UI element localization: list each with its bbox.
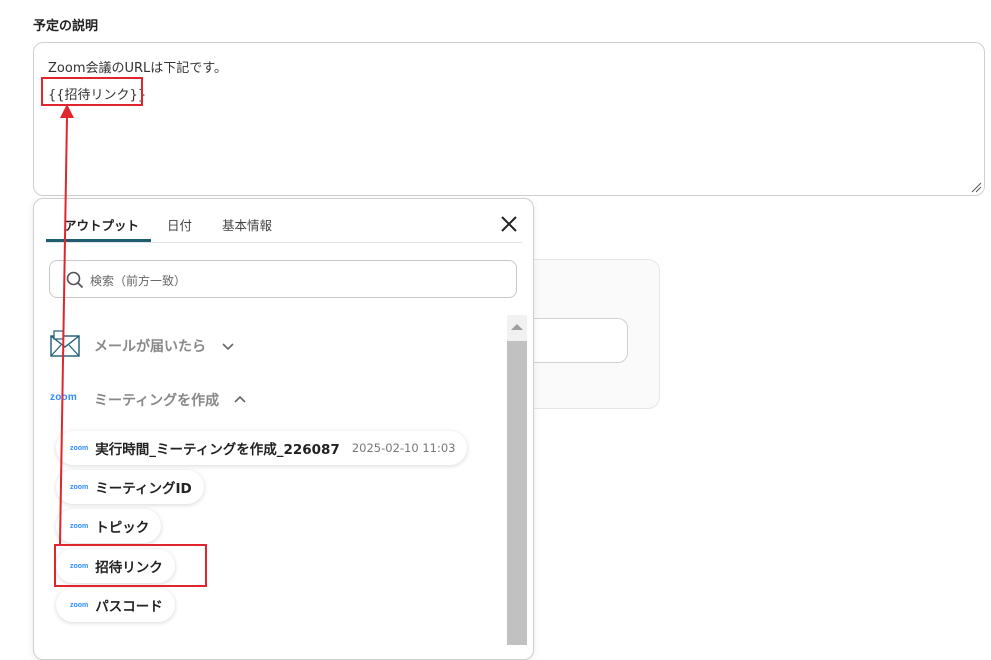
output-item-passcode[interactable]: zoom パスコード: [56, 588, 175, 622]
item-value: 2025-02-10 11:03: [351, 441, 456, 455]
item-label: トピック: [95, 520, 150, 536]
group-mail-received[interactable]: メールが届いたら: [50, 330, 270, 360]
description-field-label: 予定の説明: [33, 19, 99, 34]
tab-basic-info[interactable]: 基本情報: [222, 215, 272, 234]
tab-bar: アウトプット 日付 基本情報: [34, 199, 533, 243]
description-textarea[interactable]: Zoom会議のURLは下記です。 {{招待リンク}}: [33, 42, 985, 196]
tab-output[interactable]: アウトプット: [64, 215, 139, 234]
tab-date[interactable]: 日付: [167, 215, 192, 234]
search-box: [49, 260, 517, 298]
group-create-meeting[interactable]: zoom ミーティングを作成: [50, 384, 280, 414]
resize-grip-icon[interactable]: [970, 181, 982, 193]
background-input: [520, 318, 628, 363]
zoom-logo: zoom: [70, 601, 89, 609]
close-icon[interactable]: [496, 211, 522, 237]
item-label: パスコード: [95, 599, 163, 615]
item-label: ミーティングID: [95, 481, 192, 497]
group-label-meeting: ミーティングを作成: [94, 393, 220, 409]
item-label: 実行時間_ミーティングを作成_226087: [95, 442, 340, 458]
zoom-logo: zoom: [70, 444, 89, 452]
scrollbar[interactable]: [507, 315, 527, 645]
highlight-box-variable: [41, 77, 143, 106]
textarea-line-1: Zoom会議のURLは下記です。: [48, 61, 227, 76]
zoom-logo: zoom: [50, 392, 77, 403]
tabs-divider: [46, 242, 522, 243]
output-picker-popup: アウトプット 日付 基本情報 メールが届いたら zoom ミーティングを: [33, 198, 534, 660]
chevron-up-icon: [234, 395, 246, 403]
output-item-meeting-id[interactable]: zoom ミーティングID: [56, 470, 204, 504]
zoom-logo: zoom: [70, 483, 89, 491]
chevron-down-icon: [222, 343, 234, 351]
search-input[interactable]: [88, 270, 492, 292]
output-item-execution-time[interactable]: zoom 実行時間_ミーティングを作成_226087 2025-02-10 11…: [56, 431, 468, 465]
scroll-up-arrow-icon[interactable]: [507, 317, 527, 337]
search-icon: [66, 271, 84, 289]
mail-icon: [50, 330, 80, 357]
group-label-mail: メールが届いたら: [94, 339, 206, 355]
scrollbar-thumb[interactable]: [507, 341, 527, 645]
highlight-box-invite-link: [54, 544, 207, 587]
output-item-topic[interactable]: zoom トピック: [56, 509, 162, 543]
zoom-logo: zoom: [70, 522, 89, 530]
